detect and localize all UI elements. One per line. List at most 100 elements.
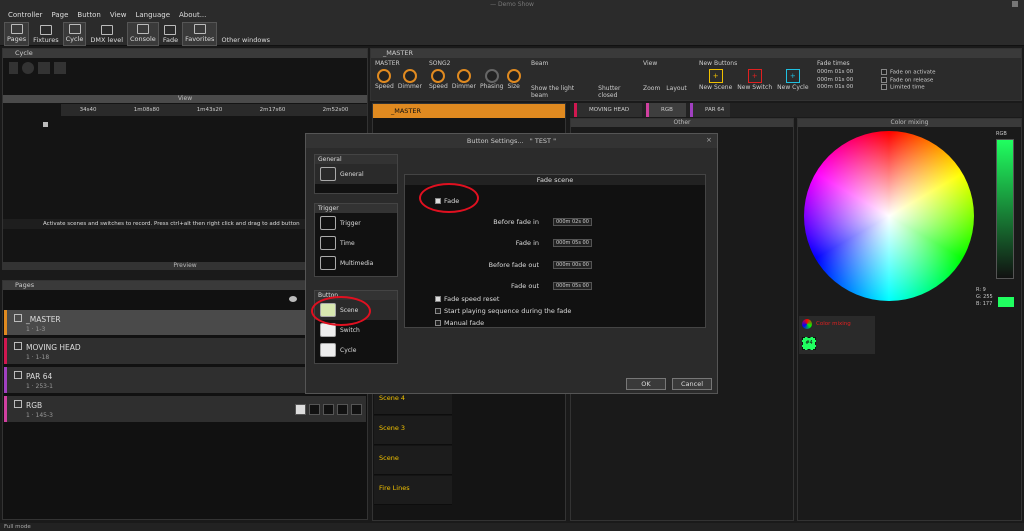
page-toggle[interactable] bbox=[309, 404, 320, 415]
check-row[interactable]: Manual fade bbox=[435, 319, 484, 327]
button-label: New Scene bbox=[699, 84, 733, 91]
menu-view[interactable]: View bbox=[110, 9, 127, 22]
nav-multimedia[interactable]: Multimedia bbox=[315, 253, 397, 273]
fade-in-input[interactable]: 000m 05s 00 bbox=[553, 239, 592, 247]
before-fade-out-label: Before fade out bbox=[488, 261, 539, 269]
scene-button[interactable]: Fire Lines bbox=[374, 476, 452, 505]
page-row[interactable]: RGB 1 · 145-3 bbox=[4, 396, 366, 423]
page-name: MOVING HEAD bbox=[26, 343, 81, 352]
page-sub: 1 · 1-18 bbox=[26, 354, 50, 361]
start-sequence-checkbox[interactable] bbox=[435, 308, 441, 314]
size-knob[interactable]: Size bbox=[507, 69, 522, 90]
toolbar-label: Other windows bbox=[221, 36, 271, 44]
timeline-ruler[interactable]: 34s40 1m08s80 1m43s20 2m17s60 2m52s00 bbox=[61, 104, 367, 116]
toolbar-favorites[interactable]: Favorites bbox=[182, 22, 218, 46]
page-name: RGB bbox=[26, 401, 43, 410]
menu-page[interactable]: Page bbox=[51, 9, 68, 22]
layout-button[interactable]: Layout bbox=[666, 85, 686, 92]
color-mixing-button[interactable]: Color mixing #4 bbox=[799, 316, 875, 354]
fade-in-label: Fade in bbox=[515, 239, 539, 247]
check-row[interactable]: Start playing sequence during the fade bbox=[435, 307, 571, 315]
stop-icon[interactable] bbox=[54, 62, 66, 74]
nav-cycle[interactable]: Cycle bbox=[315, 340, 397, 360]
dimmer-knob[interactable]: Dimmer bbox=[452, 69, 476, 90]
fade-time-input[interactable]: 000m 01s 00 bbox=[817, 84, 881, 91]
toolbar-fade[interactable]: Fade bbox=[161, 22, 180, 46]
toolbar-console[interactable]: Console bbox=[127, 22, 159, 46]
speed-reset-checkbox[interactable] bbox=[435, 296, 441, 302]
fade-option-label: Limited time bbox=[890, 84, 925, 91]
menu-button[interactable]: Button bbox=[77, 9, 100, 22]
scene-button[interactable]: Scene bbox=[374, 446, 452, 475]
fade-option-label: Fade on activate bbox=[890, 69, 936, 76]
nav-time[interactable]: Time bbox=[315, 233, 397, 253]
plus-icon: + bbox=[708, 69, 723, 83]
nav-group-title: General bbox=[315, 155, 397, 164]
nav-trigger[interactable]: Trigger bbox=[315, 213, 397, 233]
manual-fade-checkbox[interactable] bbox=[435, 320, 441, 326]
fade-option-checkbox[interactable] bbox=[881, 69, 887, 75]
phasing-knob[interactable]: Phasing bbox=[480, 69, 503, 90]
plus-icon: + bbox=[785, 69, 800, 83]
page-toggle[interactable] bbox=[337, 404, 348, 415]
visible-toggle[interactable] bbox=[295, 404, 306, 415]
page-toggle[interactable] bbox=[323, 404, 334, 415]
toolbar-label: Pages bbox=[7, 35, 27, 43]
nav-general[interactable]: General bbox=[315, 164, 397, 184]
toolbar-dmx-level[interactable]: DMX level bbox=[88, 22, 125, 46]
new-switch-button[interactable]: + New Switch bbox=[737, 69, 772, 91]
ok-button[interactable]: OK bbox=[626, 378, 666, 390]
color-swatch[interactable]: #4 bbox=[802, 337, 816, 350]
lock-icon[interactable] bbox=[43, 122, 48, 127]
before-fade-in-label: Before fade in bbox=[493, 218, 539, 226]
record-icon[interactable] bbox=[22, 62, 34, 74]
menu-controller[interactable]: Controller bbox=[8, 9, 42, 22]
before-fade-out-input[interactable]: 000m 00s 00 bbox=[553, 261, 592, 269]
scene-button[interactable]: Scene 3 bbox=[374, 416, 452, 445]
new-scene-button[interactable]: + New Scene bbox=[699, 69, 732, 91]
cancel-button[interactable]: Cancel bbox=[672, 378, 712, 390]
menu-language[interactable]: Language bbox=[135, 9, 170, 22]
speed-knob[interactable]: Speed bbox=[429, 69, 448, 90]
group-label: Fade times bbox=[817, 60, 850, 67]
shutter-closed-button[interactable]: Shutter closed bbox=[598, 85, 641, 99]
tab-master[interactable]: _MASTER bbox=[373, 104, 565, 118]
menu-about[interactable]: About... bbox=[179, 9, 206, 22]
fade-time-input[interactable]: 000m 01s 00 bbox=[817, 69, 881, 76]
fade-option-checkbox[interactable] bbox=[881, 76, 887, 83]
view-bar: View bbox=[3, 95, 367, 103]
moving-head-icon bbox=[14, 342, 22, 350]
knob-label: Speed bbox=[429, 83, 448, 90]
group-label: SONG2 bbox=[429, 60, 451, 67]
toolbar-fixtures[interactable]: Fixtures bbox=[31, 22, 61, 46]
tab-rgb[interactable]: RGB bbox=[646, 103, 686, 117]
toolbar-pages[interactable]: Pages bbox=[4, 22, 30, 46]
group-new-buttons: New Buttons + New Scene + New Switch + New … bbox=[699, 60, 813, 91]
rgb-slider[interactable] bbox=[996, 139, 1014, 279]
fade-option-checkbox[interactable] bbox=[881, 84, 887, 90]
fade-out-input[interactable]: 000m 05s 00 bbox=[553, 282, 592, 290]
close-icon[interactable] bbox=[1012, 1, 1018, 7]
dimmer-knob[interactable]: Dimmer bbox=[398, 69, 422, 90]
annotation-circle bbox=[311, 296, 371, 326]
before-fade-in-input[interactable]: 000m 02s 00 bbox=[553, 218, 592, 226]
tab-par-64[interactable]: PAR 64 bbox=[690, 103, 730, 117]
toolbar-other-windows[interactable]: Other windows bbox=[219, 22, 272, 46]
zoom-button[interactable]: Zoom bbox=[643, 85, 660, 92]
play-icon[interactable] bbox=[38, 62, 50, 74]
fade-time-input[interactable]: 000m 01s 00 bbox=[817, 77, 881, 84]
nav-group-general: General General bbox=[314, 154, 398, 194]
color-preview bbox=[998, 297, 1014, 307]
pause-icon[interactable] bbox=[9, 62, 18, 74]
dialog-close-icon[interactable]: × bbox=[706, 137, 713, 144]
nav-label: Time bbox=[340, 239, 355, 247]
new-cycle-button[interactable]: + New Cycle bbox=[777, 69, 809, 91]
speed-knob[interactable]: Speed bbox=[375, 69, 394, 90]
color-wheel[interactable] bbox=[804, 131, 974, 301]
tab-moving-head[interactable]: MOVING HEAD bbox=[574, 103, 642, 117]
toolbar-label: Fade bbox=[162, 36, 179, 44]
check-row[interactable]: Fade speed reset bbox=[435, 295, 499, 303]
show-beam-button[interactable]: Show the light beam bbox=[531, 85, 592, 99]
toolbar-cycle[interactable]: Cycle bbox=[62, 22, 87, 46]
favorite-star-icon[interactable] bbox=[351, 404, 362, 415]
